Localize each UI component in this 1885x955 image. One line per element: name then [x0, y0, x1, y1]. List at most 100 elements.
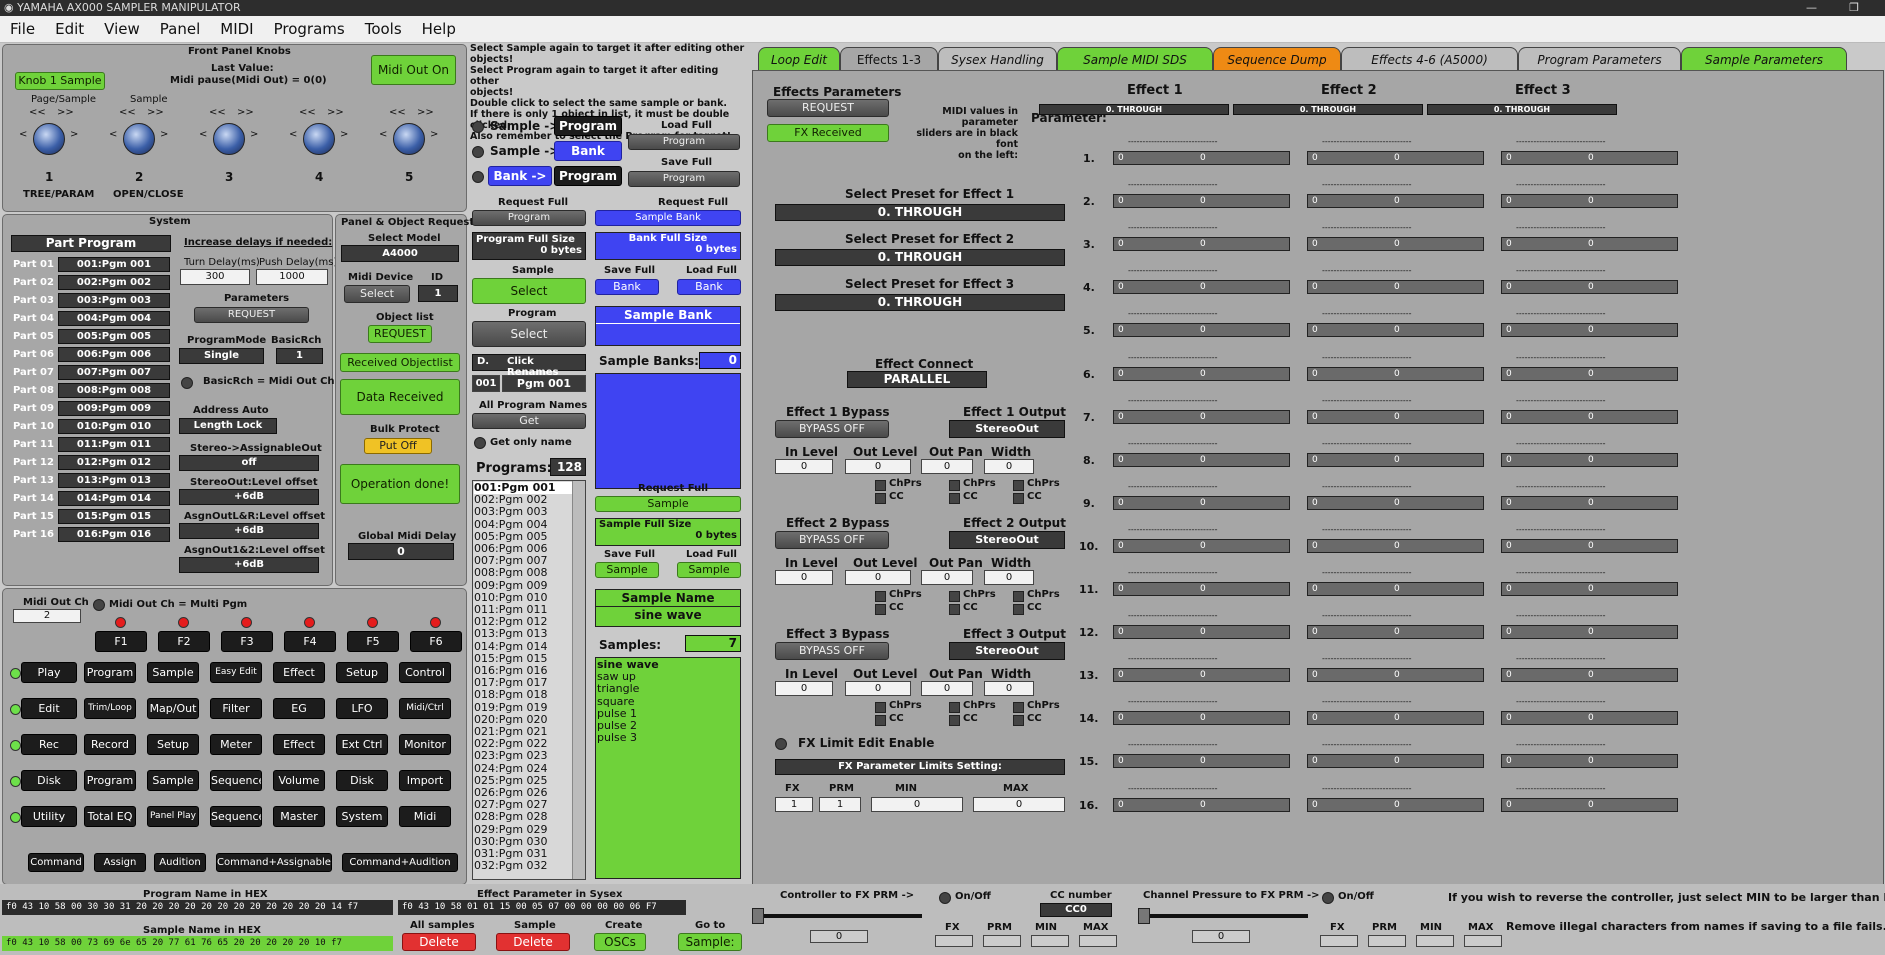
bypass-button-2[interactable]: BYPASS OFF [775, 531, 889, 549]
panel-button-control[interactable]: Control [399, 662, 451, 683]
panel-button-disk[interactable]: Disk [21, 770, 77, 791]
data-received-button[interactable]: Data Received [340, 379, 460, 415]
param-slider[interactable]: 00 [1113, 366, 1290, 381]
get-only-name-radio[interactable] [474, 437, 486, 449]
load-full-sample-button[interactable]: Sample [677, 562, 741, 578]
param-slider[interactable]: 00 [1113, 323, 1290, 338]
restore-icon[interactable]: ❐ [1849, 0, 1859, 16]
width-field[interactable]: 0 [984, 570, 1034, 585]
menu-file[interactable]: File [0, 16, 45, 42]
panel-button-filter[interactable]: Filter [210, 698, 262, 719]
model-select[interactable]: A4000 [341, 245, 459, 262]
in-level-field[interactable]: 0 [775, 570, 833, 585]
midi-device-select-button[interactable]: Select [344, 285, 410, 303]
param-slider[interactable]: 00 [1307, 625, 1484, 640]
menu-tools[interactable]: Tools [355, 16, 412, 42]
program-mode-select[interactable]: Single [179, 348, 264, 364]
ctrl-fx-slider[interactable] [752, 914, 922, 918]
param-slider[interactable]: 00 [1113, 194, 1290, 209]
knob-5-inc-arrow[interactable]: > [430, 129, 438, 140]
panel-button-monitor[interactable]: Monitor [399, 734, 451, 755]
param-slider[interactable]: 00 [1113, 538, 1290, 553]
menu-panel[interactable]: Panel [150, 16, 210, 42]
object-list-request-button[interactable]: REQUEST [368, 325, 432, 343]
panel-button-setup[interactable]: Setup [336, 662, 388, 683]
tab-sequence-dump[interactable]: Sequence Dump [1213, 47, 1341, 71]
program-list-item[interactable]: 008:Pgm 008 [474, 567, 572, 579]
id-select[interactable]: 1 [418, 285, 458, 302]
sample-banks-list[interactable] [595, 373, 741, 489]
out-level-field[interactable]: 0 [845, 570, 911, 585]
param-slider[interactable]: 00 [1307, 237, 1484, 252]
param-slider[interactable]: 00 [1307, 797, 1484, 812]
out-level-field[interactable]: 0 [845, 681, 911, 696]
panel-button-lfo[interactable]: LFO [336, 698, 388, 719]
program-list-item[interactable]: 013:Pgm 013 [474, 628, 572, 640]
asgn-12-select[interactable]: +6dB [179, 557, 319, 573]
panel-button-edit[interactable]: Edit [21, 698, 77, 719]
chpres-fx-slider[interactable] [1138, 914, 1308, 918]
knob1-sample-button[interactable]: Knob 1 Sample [15, 72, 105, 90]
f-key-f5[interactable]: F5 [347, 631, 399, 652]
fx-received-button[interactable]: FX Received [767, 124, 889, 142]
program-list-item[interactable]: 028:Pgm 028 [474, 811, 572, 823]
panel-button-master[interactable]: Master [273, 806, 325, 827]
program-list-item[interactable]: 032:Pgm 032 [474, 860, 572, 872]
knob-1-inc-arrow[interactable]: > [70, 129, 78, 140]
bypass-button-3[interactable]: BYPASS OFF [775, 642, 889, 660]
param-slider[interactable]: 00 [1501, 495, 1678, 510]
program-list-items[interactable]: 001:Pgm 001 002:Pgm 002 003:Pgm 003 004:Pgm… [474, 482, 572, 873]
target-program-b[interactable]: Program [554, 166, 622, 186]
output-select-1[interactable]: StereoOut [949, 420, 1065, 438]
param-slider[interactable]: 00 [1113, 409, 1290, 424]
push-delay-field[interactable]: 1000 [256, 269, 328, 285]
delete-all-samples-button[interactable]: Delete [402, 933, 476, 951]
knob-3-left-arrows[interactable]: << [209, 107, 226, 118]
sample-select-button[interactable]: Select [472, 278, 586, 304]
chplimits-fx-field[interactable] [1320, 935, 1358, 947]
chprs-checkbox[interactable] [1013, 702, 1024, 713]
sample-bank-radio[interactable] [472, 146, 484, 158]
param-slider[interactable]: 00 [1307, 668, 1484, 683]
width-field[interactable]: 0 [984, 681, 1034, 696]
knob-3-inc-arrow[interactable]: > [250, 129, 258, 140]
output-select-2[interactable]: StereoOut [949, 531, 1065, 549]
param-slider[interactable]: 00 [1307, 194, 1484, 209]
bank-arrow[interactable]: Bank -> [488, 166, 552, 186]
in-level-field[interactable]: 0 [775, 459, 833, 474]
chprs-checkbox[interactable] [875, 702, 886, 713]
panel-button-total-eq[interactable]: Total EQ [84, 806, 136, 827]
param-slider[interactable]: 00 [1501, 538, 1678, 553]
part-program-select[interactable]: 005:Pgm 005 [58, 329, 170, 344]
cc-checkbox[interactable] [1013, 604, 1024, 615]
chprs-checkbox[interactable] [1013, 480, 1024, 491]
param-slider[interactable]: 00 [1501, 625, 1678, 640]
param-slider[interactable]: 00 [1307, 452, 1484, 467]
param-slider[interactable]: 00 [1501, 280, 1678, 295]
param-slider[interactable]: 00 [1501, 668, 1678, 683]
chplimits-max-field[interactable] [1464, 935, 1502, 947]
save-full-sample-button[interactable]: Sample [595, 562, 659, 578]
basic-rch-midi-radio[interactable] [181, 377, 193, 389]
asgn-lr-select[interactable]: +6dB [179, 523, 319, 539]
pgm-num-field[interactable]: 001 [472, 375, 500, 392]
panel-button-sequence[interactable]: Sequence [210, 770, 262, 791]
knob-4-dec-arrow[interactable]: < [289, 129, 297, 140]
param-slider[interactable]: 00 [1113, 668, 1290, 683]
basic-rch-select[interactable]: 1 [276, 348, 323, 364]
panel-button-import[interactable]: Import [399, 770, 451, 791]
limit-field-prm[interactable]: 1 [819, 797, 861, 812]
knob-1-dec-arrow[interactable]: < [19, 129, 27, 140]
part-program-select[interactable]: 004:Pgm 004 [58, 311, 170, 326]
param-slider[interactable]: 00 [1113, 625, 1290, 640]
cc-checkbox[interactable] [875, 715, 886, 726]
f-key-f2[interactable]: F2 [158, 631, 210, 652]
param-slider[interactable]: 00 [1501, 452, 1678, 467]
tab-effects-1-3[interactable]: Effects 1-3 [840, 47, 938, 72]
tab-sample-parameters[interactable]: Sample Parameters [1681, 47, 1847, 71]
param-slider[interactable]: 00 [1307, 754, 1484, 769]
panel-button-program[interactable]: Program [84, 662, 136, 683]
stereo-assign-select[interactable]: off [179, 455, 319, 471]
panel-button-volume[interactable]: Volume [273, 770, 325, 791]
knob-2-inc-arrow[interactable]: > [160, 129, 168, 140]
